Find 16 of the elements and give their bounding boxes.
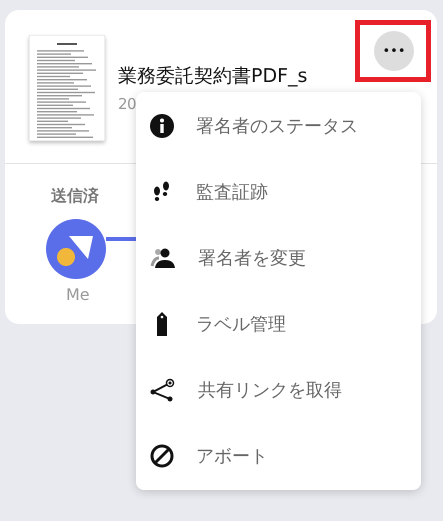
menu-item[interactable]: 署名者のステータス: [136, 93, 421, 159]
person-icon: [150, 246, 176, 270]
signer-status: 送信済: [51, 186, 99, 207]
document-date: 20: [118, 95, 138, 113]
document-title: 業務委託契約書PDF_s: [118, 64, 308, 89]
menu-item[interactable]: ラベル管理: [136, 291, 421, 357]
menu-item[interactable]: 共有リンクを取得: [136, 357, 421, 423]
block-icon: [150, 444, 174, 468]
avatar-icon: [46, 219, 106, 279]
share-icon: [150, 378, 176, 402]
info-icon: [150, 114, 174, 138]
signer-name: Me: [66, 285, 90, 304]
menu-item[interactable]: アボート: [136, 423, 421, 489]
menu-item[interactable]: 監査証跡: [136, 159, 421, 225]
more-button[interactable]: •••: [374, 31, 414, 71]
menu-item[interactable]: 署名者を変更: [136, 225, 421, 291]
